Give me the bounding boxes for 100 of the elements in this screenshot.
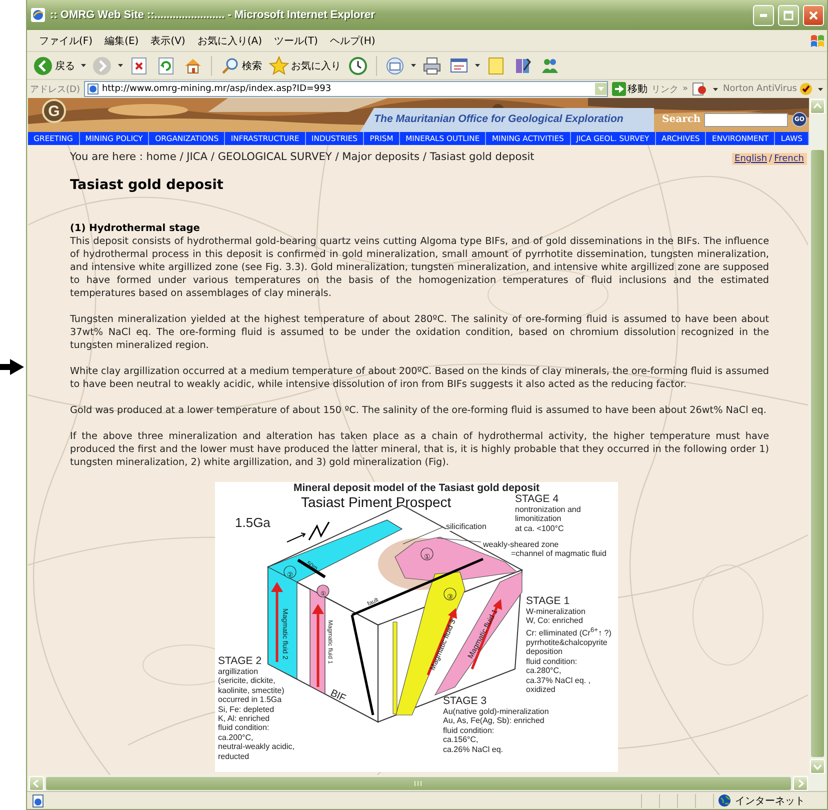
stage-text: fluid condition: [526, 656, 578, 666]
windows-flag-icon [809, 32, 827, 48]
window-title: :: OMRG Web Site ::....................... - Microsoft Internet Explorer [50, 9, 376, 21]
browser-icon [30, 7, 46, 23]
scrollbar-thumb[interactable] [811, 150, 824, 757]
clock-icon [348, 56, 368, 76]
menu-item[interactable]: ファイル(F) [33, 32, 99, 50]
paragraph: If the above three mineralization and alteration has taken place as a chain of hydrothermal activity, the higher temperature must have produced the first and the lower must have produced the latter mineral, that is, it is highly probable that they occurred in the following order 1) tungsten mineralization, 2) white argillization, and 3) gold mineralization (Fig). [70, 430, 769, 469]
stage-text: deposition [526, 647, 562, 657]
stage-heading: STAGE 3 [443, 696, 487, 707]
paragraph: This deposit consists of hydrothermal gold-bearing quartz veins cutting Algoma type BIFs, and of gold disseminations in the BIFs. The influence of hydrothermal process in this deposit is confirmed in gold mineralization, small amount of pyrrhotite dissemination, tungsten mineralization, and intensive white argillized zone (see Fig. 3.3). Gold mineralization, tungsten mineralization, and intensive white argillized zone are supposed to have formed under various temperatures on the basis of the homogenization temperatures of fluid inclusions and the estimated temperatures based on assemblages of clay minerals. [70, 235, 769, 300]
paragraph: Gold was produced at a lower temperature of about 150 ºC. The salinity of the ore-forming fluid is assumed to have been about 26wt% NaCl eq. [70, 404, 768, 417]
address-field[interactable]: http://www.omrg-mining.mr/asp/index.asp?ID=993 [84, 81, 608, 97]
go-button[interactable]: 移動 [612, 82, 648, 96]
note-icon [486, 56, 506, 76]
stage-text: nontronization and [515, 505, 581, 514]
zone-label: インターネット [735, 794, 805, 808]
search-field[interactable] [704, 113, 788, 127]
address-label: アドレス(D) [30, 84, 80, 96]
refresh-icon [156, 56, 176, 76]
minimize-button[interactable] [753, 4, 774, 26]
window-icon [449, 56, 469, 76]
stage-text: (sericite, dickite, [218, 676, 276, 686]
north-arrow-icon [286, 522, 330, 542]
figure-title: Mineral deposit model of the Tasiast gold deposit [292, 482, 540, 494]
caret-icon[interactable] [117, 62, 124, 69]
age-label: 1.5Ga [235, 515, 270, 530]
stage-text: argillization [218, 667, 258, 676]
stage-text: fluid condition: [443, 726, 494, 736]
search-button[interactable]: 検索 [218, 54, 264, 76]
more-chevron[interactable]: » [682, 84, 688, 94]
stage-text: fluid condition: [218, 723, 270, 733]
page-heading: Tasiast gold deposit [70, 177, 224, 193]
stage-text: ca.200°C, [218, 732, 254, 742]
caret-icon[interactable] [712, 86, 720, 92]
stage-text: kaolinite, smectite) [218, 686, 284, 696]
printer-icon [422, 56, 442, 76]
pointer-arrow-icon [0, 358, 24, 376]
diagram-note: silicification [446, 522, 486, 531]
back-button[interactable]: 戻る [31, 54, 77, 76]
check-badge-icon[interactable] [799, 82, 813, 96]
caret-icon[interactable] [474, 62, 481, 69]
language-link[interactable]: French [774, 154, 804, 164]
stage-text: Au(native gold)-mineralization [443, 707, 549, 716]
menu-item[interactable]: ツール(T) [268, 32, 324, 50]
stage-text: ca.156°C, [443, 735, 478, 745]
page-icon [86, 83, 99, 95]
scrollbar-thumb[interactable] [46, 776, 791, 790]
norton-label[interactable]: Norton AntiVirus [723, 84, 797, 94]
stage-text: Cr: elliminated (Cr$^{6+}$↑ ?) [526, 626, 612, 638]
caret-icon[interactable] [80, 62, 87, 69]
star-icon [269, 56, 289, 76]
maximize-icon [783, 10, 794, 20]
globe-icon [718, 794, 731, 807]
stage-heading: STAGE 4 [515, 494, 559, 505]
page-icon [31, 794, 45, 808]
arrow-icon [612, 82, 626, 96]
diagram-label: BIF [328, 688, 348, 704]
search-icon [220, 56, 240, 76]
menu-item[interactable]: 編集(E) [98, 32, 145, 50]
stage-heading: STAGE 2 [218, 656, 262, 667]
minimize-icon [760, 14, 767, 16]
stage-text: ca.26% NaCl eq. [443, 744, 504, 754]
menu-item[interactable]: お気に入り(A) [191, 32, 268, 50]
caret-icon[interactable] [410, 62, 417, 69]
stage-text: W-mineralization [526, 607, 586, 616]
separator-text: / [769, 154, 772, 164]
language-link[interactable]: English [734, 154, 768, 164]
stage-text: K, Al: enriched [218, 714, 270, 724]
section-heading: (1) Hydrothermal stage [70, 222, 201, 235]
stage-text: limonitization [515, 514, 562, 524]
history-button[interactable] [346, 54, 370, 76]
paragraph: Tungsten mineralization yielded at the highest temperature of about 280ºC. The salinity of ore-forming fluid is assumed to have been about 37wt% NaCl eq. The ore-forming fluid is assumed to be under the oxidation condition, based on chromium dissolution recognized in the tungsten mineralized region. [70, 313, 769, 352]
paragraph: White clay argillization occurred at a medium temperature of about 200ºC. Based on the kinds of clay minerals, the ore-forming fluid is assumed to have been neutral to weakly acidic, while intensive dissolution of iron from BIFs suggests it also acted as the reducing factor. [70, 365, 769, 391]
stage-text: W, Co: enriched [526, 616, 583, 626]
stage-text: reducted [218, 752, 250, 762]
breadcrumb: You are here : home / JICA / GEOLOGICAL SURVEY / Major deposits / Tasiast gold deposit [70, 151, 536, 163]
stage-text: pyrrhotite&chalcopyrite [526, 638, 608, 648]
site-title: The Mauritanian Office for Geological Exploration [374, 113, 624, 125]
stop-icon [129, 56, 149, 76]
figure-subtitle: Tasiast Piment Prospect [301, 494, 452, 510]
diagram-note: weakly-sheared zone [483, 540, 559, 549]
close-icon [808, 10, 819, 20]
stage-text: ca.280°C, [526, 666, 562, 676]
stage-text: oxidized [526, 684, 556, 694]
maximize-button[interactable] [778, 4, 799, 26]
menu-item[interactable]: ヘルプ(H) [324, 32, 382, 50]
stage-text: at ca. <100°C [515, 524, 564, 534]
stage-text: Au, As, Fe(Ag, Sb): enriched [443, 716, 544, 726]
search-label: Search [662, 114, 701, 125]
favorites-button[interactable]: お気に入り [267, 54, 343, 76]
diagram-note: =channel of magmatic fluid [511, 549, 606, 558]
menu-item[interactable]: 表示(V) [144, 32, 192, 50]
links-label[interactable]: リンク [652, 82, 678, 96]
stage-text: Si, Fe: depleted [218, 704, 274, 714]
close-button[interactable] [803, 4, 824, 26]
grip-icon [414, 780, 423, 786]
caret-icon[interactable] [817, 86, 824, 92]
stage-text: neutral-weakly acidic, [218, 742, 294, 752]
stage-text: occurred in 1.5Ga [218, 695, 282, 705]
